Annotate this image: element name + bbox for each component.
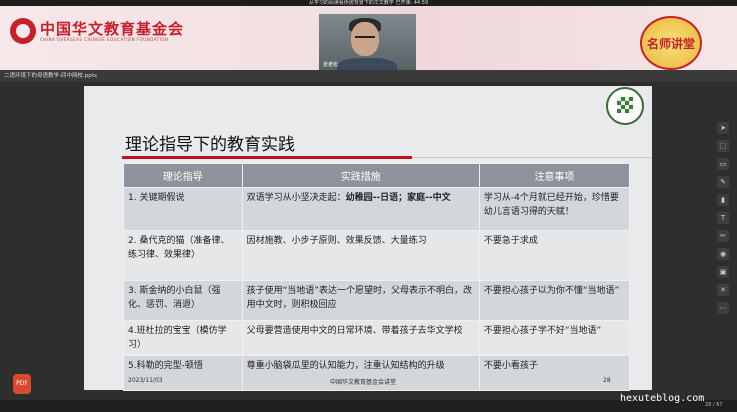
table-row: 3. 斯金纳的小白鼠（强化、惩罚、消退） 孩子使用“当地语”表达一个愿望时，父母… bbox=[123, 280, 631, 321]
lecture-badge: 名师讲堂 bbox=[640, 16, 702, 70]
practice-cell: 双语学习从小坚决走起：幼稚园--日语；家庭--中文 bbox=[241, 187, 480, 231]
theory-cell: 4.班杜拉的宝宝（模仿学习） bbox=[123, 320, 243, 356]
more-icon[interactable]: ⋯ bbox=[717, 302, 729, 314]
speaker-name: 张老松 bbox=[323, 62, 339, 68]
select-icon[interactable]: ⬚ bbox=[717, 140, 729, 152]
header-practice: 实践措施 bbox=[241, 163, 480, 188]
title-underline-grey bbox=[412, 157, 652, 158]
practice-text: 双语学习从小坚决走起： bbox=[246, 193, 346, 203]
eraser-icon[interactable]: ▭ bbox=[717, 158, 729, 170]
theory-practice-table: 理论指导 实践措施 注意事项 1. 关键期假说 双语学习从小坚决走起：幼稚园--… bbox=[123, 163, 631, 391]
scissors-icon[interactable]: ✂ bbox=[717, 230, 729, 242]
theory-cell: 5.科勒的完型-顿悟 bbox=[123, 355, 243, 391]
table-row: 4.班杜拉的宝宝（模仿学习） 父母要营造使用中文的日常环境、带着孩子去华文学校 … bbox=[123, 320, 631, 356]
text-icon[interactable]: T bbox=[717, 212, 729, 224]
practice-cell: 孩子使用“当地语”表达一个愿望时，父母表示不明白，改用中文时，则积极回应 bbox=[241, 280, 480, 321]
theory-cell: 3. 斯金纳的小白鼠（强化、惩罚、消退） bbox=[123, 280, 243, 321]
org-subtitle: CHINA OVERSEAS CHINESE EDUCATION FOUNDAT… bbox=[40, 37, 169, 42]
slide-title: 理论指导下的教育实践 bbox=[125, 135, 295, 155]
image-icon[interactable]: ▣ bbox=[717, 266, 729, 278]
theory-cell: 2. 桑代克的猫（准备律、练习律、效果律） bbox=[123, 230, 243, 281]
page-indicator: 28 / 67 bbox=[705, 402, 723, 408]
highlighter-icon[interactable]: ▮ bbox=[717, 194, 729, 206]
close-icon[interactable]: ✕ bbox=[717, 284, 729, 296]
speaker-glasses bbox=[355, 36, 375, 42]
speaker-body bbox=[337, 58, 397, 70]
note-cell: 学习从-4个月就已经开始，珍惜要幼儿言语习得的天赋！ bbox=[478, 187, 631, 231]
slide-footer-org: 中国华文教育基金会讲堂 bbox=[330, 379, 397, 386]
speaker-video[interactable]: 张老松 bbox=[319, 14, 416, 70]
header-theory: 理论指导 bbox=[123, 163, 243, 188]
slide-page-number: 28 bbox=[603, 377, 611, 384]
org-name: 中国华文教育基金会 bbox=[40, 20, 185, 38]
header-notes: 注意事项 bbox=[478, 163, 631, 188]
title-underline-red bbox=[122, 156, 412, 159]
foundation-logo-icon bbox=[10, 18, 36, 44]
note-cell: 不要担心孩子以为你不懂“当地语” bbox=[478, 280, 631, 321]
practice-cell: 父母要营造使用中文的日常环境、带着孩子去华文学校 bbox=[241, 320, 480, 356]
theory-cell: 1. 关键期假说 bbox=[123, 187, 243, 231]
note-cell: 不要担心孩子学不好“当地语” bbox=[478, 320, 631, 356]
watermark: hexuteblog.com bbox=[620, 393, 705, 404]
practice-cell: 因材施教、小步子原则、效果反馈、大量练习 bbox=[241, 230, 480, 281]
table-header-row: 理论指导 实践措施 注意事项 bbox=[123, 163, 631, 188]
pdf-file-icon[interactable]: PDF bbox=[13, 374, 31, 394]
record-icon[interactable]: ◉ bbox=[717, 248, 729, 260]
slide-footer-date: 2023/11/03 bbox=[128, 377, 163, 384]
table-row: 1. 关键期假说 双语学习从小坚决走起：幼稚园--日语；家庭--中文 学习从-4… bbox=[123, 187, 631, 231]
note-cell: 不要小看孩子 bbox=[478, 355, 631, 391]
note-cell: 不要急于求成 bbox=[478, 230, 631, 281]
file-name-bar: 二语环境下的母语教学-四中网校.pptx bbox=[0, 70, 737, 82]
pen-icon[interactable]: ✎ bbox=[717, 176, 729, 188]
school-seal-icon bbox=[606, 87, 644, 125]
table-row: 2. 桑代克的猫（准备律、练习律、效果律） 因材施教、小步子原则、效果反馈、大量… bbox=[123, 230, 631, 281]
pointer-icon[interactable]: ➤ bbox=[717, 122, 729, 134]
practice-bold-text: 幼稚园--日语；家庭--中文 bbox=[345, 193, 451, 203]
